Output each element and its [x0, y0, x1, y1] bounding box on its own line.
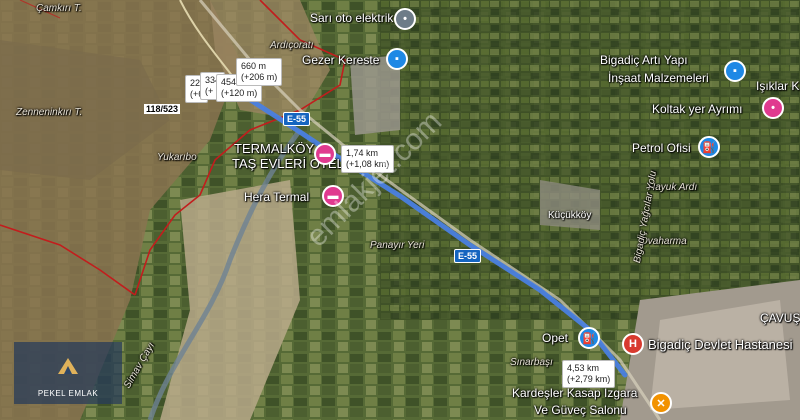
gas-station-icon[interactable]: ⛽	[698, 136, 720, 158]
logo-mark-icon	[58, 358, 78, 374]
place-bigadic-arti-1: Bigadiç Artı Yapı	[600, 53, 688, 67]
distance-callout: 4,53 km (+2,79 km)	[562, 360, 616, 388]
place-kardesler-1: Kardeşler Kasap Izgara	[512, 386, 638, 400]
agency-logo: PEKEL EMLAK	[14, 342, 122, 404]
gas-station-icon[interactable]: ⛽	[578, 327, 600, 349]
road-shield: E-55	[454, 249, 482, 263]
place-sari-oto: Sarı oto elektrik	[310, 11, 394, 25]
place-hera: Hera Termal	[244, 190, 310, 204]
logo-text: PEKEL EMLAK	[37, 389, 99, 398]
place-kucukkoy: Küçükköy	[548, 210, 592, 221]
place-yukaribo: Yukarıbo	[157, 152, 197, 163]
parcel-count: 118/523	[144, 104, 181, 114]
restaurant-icon[interactable]: ✕	[650, 392, 672, 414]
place-ardicorati: Ardıçoratı	[270, 40, 314, 51]
place-panayir: Panayır Yeri	[370, 240, 425, 251]
hotel-icon[interactable]: ▬	[314, 143, 336, 165]
place-termal-1: TERMALKÖY	[234, 141, 315, 156]
place-gezer: Gezer Kereste	[302, 53, 380, 67]
place-cavus: ÇAVUŞ	[760, 311, 800, 325]
place-devlet: Bigadiç Devlet Hastanesi	[648, 337, 793, 352]
place-opet: Opet	[542, 331, 569, 345]
place-zenneninkiri: Zenneninkırı T.	[16, 107, 83, 118]
road-shield: E-55	[283, 112, 311, 126]
shop-icon[interactable]: ▪	[386, 48, 408, 70]
place-isiklar: Işıklar K	[756, 79, 800, 93]
distance-callout: 660 m (+206 m)	[236, 58, 283, 86]
place-koltak: Koltak yer Ayrımı	[652, 102, 743, 116]
place-pin-icon[interactable]: •	[394, 8, 416, 30]
place-sinarbasi: Sınarbaşı	[510, 357, 553, 368]
place-pin-icon[interactable]: •	[762, 97, 784, 119]
place-petrol: Petrol Ofisi	[632, 141, 691, 155]
place-bigadic-arti-2: İnşaat Malzemeleri	[608, 71, 709, 85]
place-kardesler-2: Ve Güveç Salonu	[534, 403, 627, 417]
hospital-icon[interactable]: H	[622, 333, 644, 355]
shop-icon[interactable]: ▪	[724, 60, 746, 82]
place-camkiri: Çamkırı T.	[36, 3, 82, 14]
map-view[interactable]: Sarı oto elektrik • Çamkırı T. Ardıçorat…	[0, 0, 800, 420]
